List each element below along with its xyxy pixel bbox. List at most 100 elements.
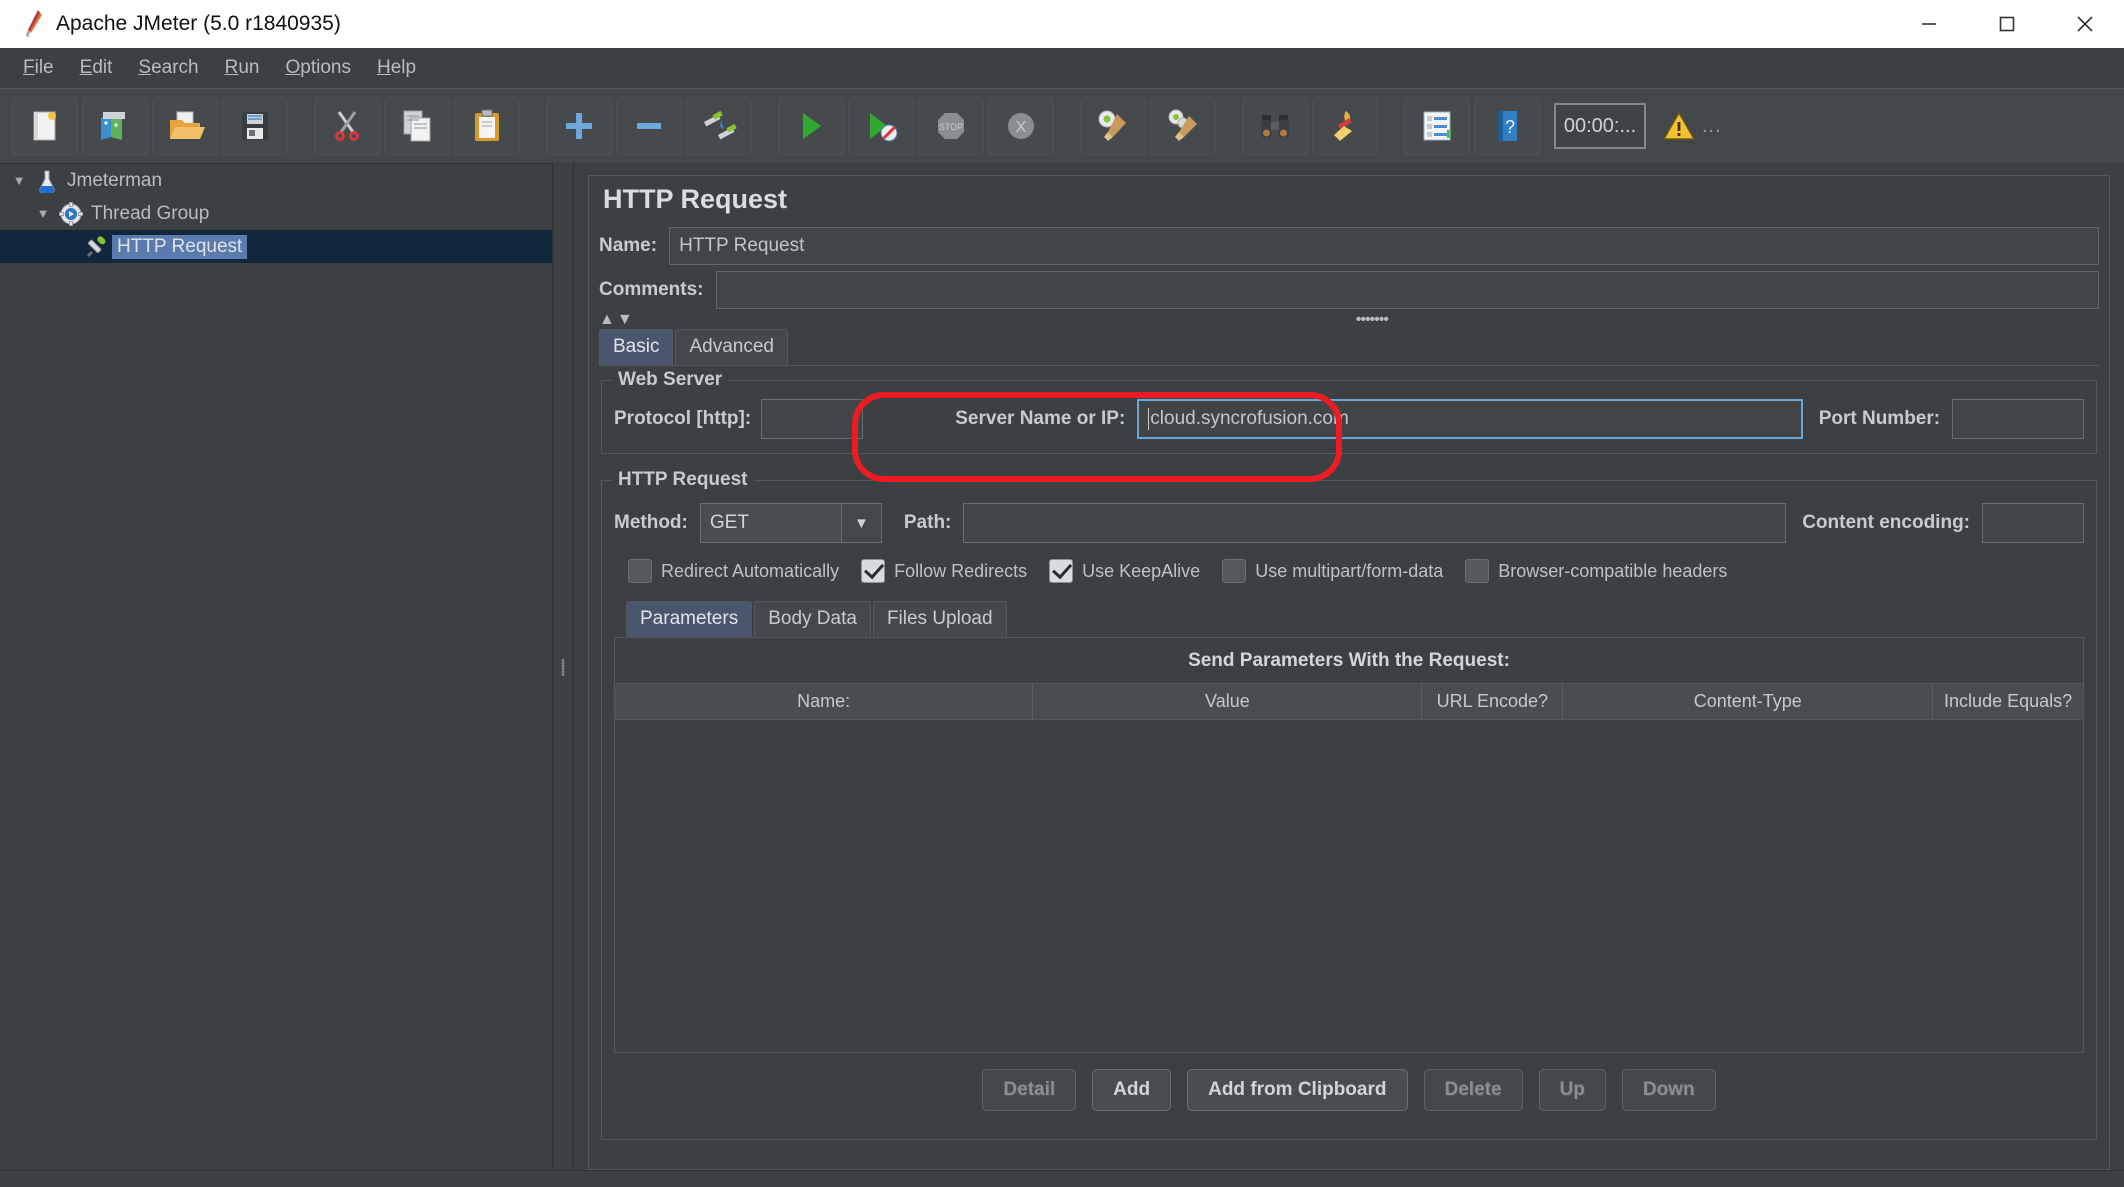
search-button[interactable] <box>1242 97 1308 155</box>
expand-twisty-icon[interactable]: ▼ <box>6 173 32 188</box>
paste-button[interactable] <box>454 97 520 155</box>
menu-search[interactable]: Search <box>125 53 211 83</box>
function-helper-button[interactable] <box>1404 97 1470 155</box>
expand-all-button[interactable] <box>546 97 612 155</box>
name-input[interactable]: HTTP Request <box>669 227 2099 265</box>
reset-search-button[interactable] <box>1312 97 1378 155</box>
save-button[interactable] <box>222 97 288 155</box>
name-row: Name: HTTP Request <box>589 227 2109 265</box>
close-icon[interactable] <box>2046 0 2124 48</box>
open-button[interactable] <box>152 97 218 155</box>
column-header-url-encode[interactable]: URL Encode? <box>1422 684 1563 719</box>
protocol-input[interactable] <box>761 399 863 439</box>
column-header-include-equals[interactable]: Include Equals? <box>1933 684 2083 719</box>
checkbox-box[interactable] <box>1049 559 1073 583</box>
toolbar: STOP X <box>0 88 2124 163</box>
content-encoding-input[interactable] <box>1982 503 2084 543</box>
menu-help[interactable]: Help <box>364 53 429 83</box>
help-button[interactable]: ? <box>1474 97 1540 155</box>
down-button[interactable]: Down <box>1622 1069 1716 1111</box>
toolbar-overflow[interactable]: ... <box>1702 115 1722 138</box>
templates-button[interactable] <box>82 97 148 155</box>
tab-basic[interactable]: Basic <box>599 329 673 365</box>
collapse-all-button[interactable] <box>616 97 682 155</box>
tab-body-data[interactable]: Body Data <box>754 601 871 637</box>
delete-button[interactable]: Delete <box>1424 1069 1523 1111</box>
tab-advanced[interactable]: Advanced <box>675 329 788 365</box>
table-title: Send Parameters With the Request: <box>615 638 2083 683</box>
checkbox-use-keepalive[interactable]: Use KeepAlive <box>1049 559 1200 583</box>
checkbox-box[interactable] <box>861 559 885 583</box>
tree-node-label: Thread Group <box>86 202 214 226</box>
method-select[interactable]: GET ▼ <box>700 503 882 543</box>
table-body[interactable] <box>615 720 2083 1052</box>
start-button[interactable] <box>778 97 844 155</box>
checkbox-box[interactable] <box>628 559 652 583</box>
broom-icon <box>1325 106 1365 146</box>
copy-pages-icon <box>397 106 437 146</box>
minimize-icon[interactable] <box>1890 0 1968 48</box>
shutdown-button[interactable]: X <box>988 97 1054 155</box>
expand-twisty-icon[interactable]: ▼ <box>30 206 56 221</box>
parameters-table: Send Parameters With the Request: Name: … <box>614 637 2084 1053</box>
gear-broom-icon <box>1093 106 1133 146</box>
tree-node-jmeterman[interactable]: ▼ Jmeterman <box>0 164 552 197</box>
add-from-clipboard-button[interactable]: Add from Clipboard <box>1187 1069 1407 1111</box>
checkbox-follow-redirects[interactable]: Follow Redirects <box>861 559 1027 583</box>
method-value: GET <box>701 504 841 542</box>
menu-edit[interactable]: Edit <box>67 53 126 83</box>
collapse-down-icon[interactable]: ▼ <box>617 311 633 329</box>
main-tabs: Basic Advanced <box>589 329 2109 365</box>
method-path-row: Method: GET ▼ Path: Content encoding: <box>614 499 2084 543</box>
menu-file[interactable]: File <box>10 53 67 83</box>
tree-node-thread-group[interactable]: ▼ Thread Group <box>0 197 552 230</box>
checkbox-use-multipart-form-data[interactable]: Use multipart/form-data <box>1222 559 1443 583</box>
test-plan-tree[interactable]: ▼ Jmeterman ▼ Thread Group <box>0 163 552 1170</box>
section-collapse-controls[interactable]: ▲ ▼ ••••••• <box>589 309 2109 329</box>
tree-node-http-request[interactable]: HTTP Request <box>0 230 552 263</box>
menu-options-mnemonic: O <box>285 57 300 78</box>
menu-run[interactable]: Run <box>212 53 273 83</box>
menu-search-rest: earch <box>151 57 199 78</box>
port-number-input[interactable] <box>1952 399 2084 439</box>
collapse-up-icon[interactable]: ▲ <box>599 311 615 329</box>
protocol-label: Protocol [http]: <box>614 408 761 430</box>
comments-input[interactable] <box>716 271 2099 309</box>
start-no-pauses-button[interactable] <box>848 97 914 155</box>
function-helper-icon <box>1417 106 1457 146</box>
new-button[interactable] <box>12 97 78 155</box>
tab-parameters[interactable]: Parameters <box>626 601 752 637</box>
cut-button[interactable] <box>314 97 380 155</box>
path-input[interactable] <box>963 503 1786 543</box>
clear-button[interactable] <box>1080 97 1146 155</box>
detail-button[interactable]: Detail <box>982 1069 1076 1111</box>
up-button[interactable]: Up <box>1539 1069 1606 1111</box>
chevron-down-icon[interactable]: ▼ <box>841 504 881 542</box>
split-divider[interactable]: •••••• <box>552 163 574 1170</box>
content-encoding-label: Content encoding: <box>1786 512 1982 534</box>
menu-options[interactable]: Options <box>272 53 363 83</box>
checkbox-redirect-automatically[interactable]: Redirect Automatically <box>628 559 839 583</box>
column-header-value[interactable]: Value <box>1033 684 1422 719</box>
jmeter-feather-icon <box>16 9 50 39</box>
horizontal-split-grip-icon[interactable]: ••••••• <box>635 311 2109 329</box>
maximize-icon[interactable] <box>1968 0 2046 48</box>
stop-icon: STOP <box>931 106 971 146</box>
tabs-underline <box>599 365 2099 366</box>
column-header-name[interactable]: Name: <box>615 684 1033 719</box>
toggle-button[interactable] <box>686 97 752 155</box>
page-title: HTTP Request <box>589 176 2109 227</box>
add-button[interactable]: Add <box>1092 1069 1171 1111</box>
stop-button[interactable]: STOP <box>918 97 984 155</box>
checkbox-box[interactable] <box>1222 559 1246 583</box>
svg-text:X: X <box>1016 119 1027 136</box>
column-header-content-type[interactable]: Content-Type <box>1563 684 1933 719</box>
clear-all-button[interactable] <box>1150 97 1216 155</box>
checkbox-box[interactable] <box>1465 559 1489 583</box>
tab-files-upload[interactable]: Files Upload <box>873 601 1007 637</box>
checkbox-browser-compatible-headers[interactable]: Browser-compatible headers <box>1465 559 1727 583</box>
copy-button[interactable] <box>384 97 450 155</box>
server-name-or-ip-field[interactable]: cloud.syncrofusion.com <box>1137 399 1802 439</box>
warning-indicator[interactable]: ... <box>1662 110 1722 142</box>
shutdown-icon: X <box>1001 106 1041 146</box>
